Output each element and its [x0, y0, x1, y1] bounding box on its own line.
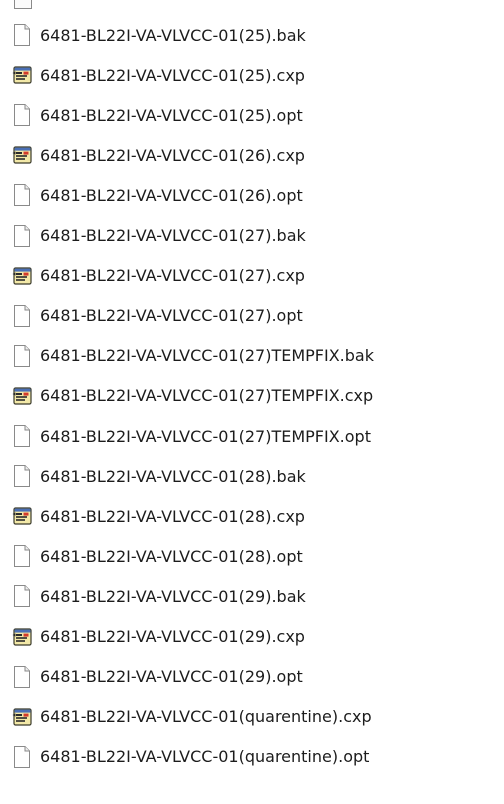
file-name: 6481-BL22I-VA-VLVCC-01(28).opt — [40, 546, 303, 566]
file-name: 6481-BL22I-VA-VLVCC-01(25).bak — [40, 25, 306, 45]
application-file-icon — [12, 626, 32, 648]
file-row[interactable]: 6481-BL22I-VA-VLVCC-01(27)TEMPFIX.opt — [0, 420, 504, 452]
file-row[interactable]: 6481-BL22I-VA-VLVCC-01(quarentine).cxp — [0, 701, 504, 733]
file-row[interactable]: 6481-BL22I-VA-VLVCC-01(29).cxp — [0, 621, 504, 653]
file-row[interactable]: 6481-BL22I-VA-VLVCC-01(28).bak — [0, 460, 504, 492]
file-name: 6481-BL22I-VA-VLVCC-01(29).opt — [40, 667, 303, 687]
document-icon — [12, 344, 32, 367]
file-name: 6481-BL22I-VA-VLVCC-01(26).cxp — [40, 145, 305, 165]
document-icon — [12, 304, 32, 327]
file-name: 6481-BL22I-VA-VLVCC-01(27)TEMPFIX.cxp — [40, 386, 374, 406]
file-name: 6481-BL22I-VA-VLVCC-01(25).opt — [40, 105, 303, 125]
file-row[interactable]: 6481-BL22I-VA-VLVCC-01(29).opt — [0, 661, 504, 693]
file-name: 6481-BL22I-VA-VLVCC-01(29).bak — [40, 586, 306, 606]
file-name: 6481-BL22I-VA-VLVCC-01(27)TEMPFIX.opt — [40, 426, 371, 446]
file-name: 6481-BL22I-VA-VLVCC-01(27).bak — [40, 226, 306, 245]
file-row[interactable]: 6481-BL22I-VA-VLVCC-01(27).bak — [0, 220, 504, 252]
file-name: 6481-BL22I-VA-VLVCC-01(29).cxp — [40, 627, 305, 646]
application-file-icon — [12, 64, 32, 86]
file-row[interactable]: 6481-BL22I-VA-VLVCC-01(27).opt — [0, 300, 504, 332]
document-icon — [12, 545, 32, 568]
file-name: 6481-BL22I-VA-VLVCC-01(28).bak — [40, 466, 306, 486]
file-row[interactable]: 6481-BL22I-VA-VLVCC-01(27).cxp — [0, 260, 504, 292]
file-name: 6481-BL22I-VA-VLVCC-01(quarentine).cxp — [40, 707, 372, 727]
document-icon — [12, 745, 32, 768]
file-row[interactable]: 6481-BL22I-VA-VLVCC-01(26).cxp — [0, 139, 504, 171]
partially-visible-file-icon — [14, 0, 34, 10]
file-row[interactable]: 6481-BL22I-VA-VLVCC-01(quarentine).opt — [0, 741, 504, 773]
document-icon — [12, 465, 32, 488]
file-name: 6481-BL22I-VA-VLVCC-01(26).opt — [40, 185, 303, 205]
file-name: 6481-BL22I-VA-VLVCC-01(27).opt — [40, 306, 303, 326]
application-file-icon — [12, 265, 32, 287]
file-row[interactable]: 6481-BL22I-VA-VLVCC-01(27)TEMPFIX.bak — [0, 340, 504, 372]
file-name: 6481-BL22I-VA-VLVCC-01(quarentine).opt — [40, 747, 370, 767]
document-icon — [12, 425, 32, 447]
file-name: 6481-BL22I-VA-VLVCC-01(25).cxp — [40, 65, 305, 85]
document-icon — [12, 585, 32, 608]
file-row[interactable]: 6481-BL22I-VA-VLVCC-01(25).cxp — [0, 59, 504, 91]
file-row[interactable]: 6481-BL22I-VA-VLVCC-01(29).bak — [0, 580, 504, 612]
application-file-icon — [12, 385, 32, 407]
file-row[interactable]: 6481-BL22I-VA-VLVCC-01(25).bak — [0, 19, 504, 51]
document-icon — [12, 24, 32, 46]
file-row[interactable]: 6481-BL22I-VA-VLVCC-01(25).opt — [0, 99, 504, 131]
file-list: 6481-BL22I-VA-VLVCC-01(25).bak 6481-BL22I… — [0, 0, 504, 804]
application-file-icon — [12, 505, 32, 527]
application-file-icon — [12, 144, 32, 166]
document-icon — [12, 224, 32, 247]
file-row[interactable]: 6481-BL22I-VA-VLVCC-01(28).opt — [0, 540, 504, 572]
file-row[interactable]: 6481-BL22I-VA-VLVCC-01(27)TEMPFIX.cxp — [0, 380, 504, 412]
document-icon — [12, 665, 32, 688]
document-icon — [12, 104, 32, 127]
document-icon — [12, 184, 32, 207]
file-name: 6481-BL22I-VA-VLVCC-01(27).cxp — [40, 266, 305, 286]
file-name: 6481-BL22I-VA-VLVCC-01(27)TEMPFIX.bak — [40, 346, 374, 366]
file-row[interactable]: 6481-BL22I-VA-VLVCC-01(26).opt — [0, 179, 504, 211]
file-row[interactable]: 6481-BL22I-VA-VLVCC-01(28).cxp — [0, 500, 504, 532]
application-file-icon — [12, 706, 32, 728]
document-icon — [14, 0, 32, 9]
file-name: 6481-BL22I-VA-VLVCC-01(28).cxp — [40, 506, 305, 526]
